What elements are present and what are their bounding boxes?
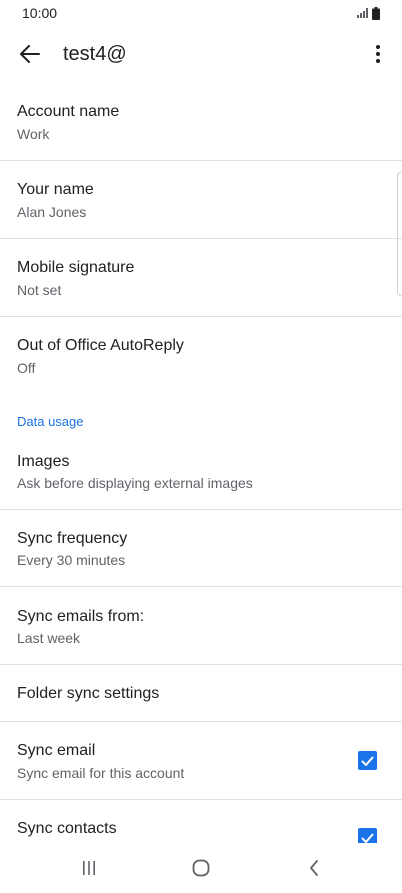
setting-subtitle: Every 30 minutes [17,552,126,568]
setting-subtitle: Work [17,126,50,142]
setting-title: Sync emails from: [17,608,145,625]
setting-title: Out of Office AutoReply [17,337,184,354]
setting-title: Sync email [17,742,96,759]
setting-title: Account name [17,103,120,120]
setting-subtitle: Off [17,360,36,376]
setting-title: Folder sync settings [17,685,160,702]
setting-sync-frequency[interactable]: Sync frequency Every 30 minutes [0,510,402,586]
more-options-button[interactable] [364,34,392,74]
app-bar: test4@ [0,26,402,82]
status-time: 10:00 [22,5,58,21]
setting-folder-sync[interactable]: Folder sync settings [0,665,402,721]
signal-icon [357,8,368,18]
setting-subtitle: Ask before displaying external images [17,475,253,491]
setting-subtitle: Last week [17,630,81,646]
system-nav-bar [0,843,402,893]
page-title: test4@ [63,43,127,65]
status-icons [357,6,380,20]
home-button[interactable] [171,843,231,893]
back-button[interactable] [12,34,48,74]
setting-out-of-office[interactable]: Out of Office AutoReply Off [0,317,402,394]
recents-button[interactable] [59,843,119,893]
sync-email-checkbox[interactable] [358,751,377,770]
check-icon [361,832,374,843]
setting-subtitle: Alan Jones [17,204,87,220]
setting-title: Mobile signature [17,259,135,276]
setting-images[interactable]: Images Ask before displaying external im… [0,432,402,509]
setting-subtitle: Sync email for this account [17,765,185,781]
home-icon [192,859,210,877]
sync-contacts-checkbox[interactable] [358,828,377,843]
setting-subtitle: Not set [17,282,62,298]
status-bar: 10:00 [0,0,402,26]
battery-icon [372,6,380,20]
check-icon [361,755,374,766]
setting-sync-contacts[interactable]: Sync contacts [0,800,402,843]
recents-icon [83,861,95,875]
setting-your-name[interactable]: Your name Alan Jones [0,161,402,238]
setting-title: Sync frequency [17,530,128,547]
setting-title: Images [17,453,70,470]
more-vert-icon [376,45,380,63]
section-header-data-usage: Data usage [17,414,84,429]
setting-account-name[interactable]: Account name Work [0,83,402,160]
setting-title: Sync contacts [17,820,117,837]
nav-back-icon [310,860,318,876]
nav-back-button[interactable] [284,843,344,893]
setting-sync-email[interactable]: Sync email Sync email for this account [0,722,402,799]
setting-mobile-signature[interactable]: Mobile signature Not set [0,239,402,316]
arrow-back-icon [20,45,40,63]
setting-sync-emails-from[interactable]: Sync emails from: Last week [0,587,402,664]
setting-title: Your name [17,181,94,198]
